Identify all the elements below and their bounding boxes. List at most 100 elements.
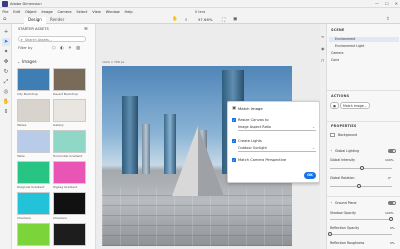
assets-panel: STARTER ASSETS ☰ ⌕ Filter by ⬡ ◐ ☀ ▨ ⌄ I… <box>12 24 106 249</box>
close-button[interactable]: ✕ <box>395 1 398 6</box>
chevron-down-icon[interactable]: ⌄ <box>330 200 333 204</box>
ground-plane-toggle[interactable] <box>388 201 396 205</box>
pan-tool-icon[interactable]: ✋ <box>2 98 10 106</box>
reflection-roughness-value[interactable]: 0% <box>390 241 395 245</box>
section-title-images[interactable]: Images <box>22 59 37 64</box>
scene-header[interactable]: SCENE <box>331 28 344 32</box>
zoom-icon[interactable]: ⌕ <box>185 17 188 23</box>
global-intensity-knob[interactable] <box>360 166 364 170</box>
ok-button[interactable]: OK <box>304 172 316 179</box>
asset-label: Checkers <box>53 216 67 220</box>
asset-thumbnail[interactable] <box>17 130 50 153</box>
zoom-level[interactable]: 97.66% <box>198 17 212 22</box>
filter-material-icon[interactable]: ◐ <box>60 45 64 50</box>
menu-bar: File Edit Object Image Camera Select Vie… <box>0 8 400 15</box>
layers-icon[interactable]: ≡ <box>321 34 324 39</box>
search-box[interactable]: ⌕ <box>18 36 86 42</box>
menu-view[interactable]: View <box>90 10 103 14</box>
reflection-opacity-slider[interactable] <box>330 234 392 235</box>
select-tool-icon[interactable]: ➤ <box>2 38 10 46</box>
global-rotation-knob[interactable] <box>357 184 361 188</box>
share-icon[interactable]: ⇪ <box>386 17 390 22</box>
menu-file[interactable]: File <box>0 10 11 14</box>
filter-image-icon[interactable]: ▨ <box>76 45 80 50</box>
scene-item-camera[interactable]: Camera <box>331 51 344 55</box>
scene-item-environment-light[interactable]: Environment Light <box>335 44 364 48</box>
global-intensity-value[interactable]: 100% <box>385 158 394 162</box>
match-image-button[interactable]: Match Image... <box>340 102 370 110</box>
actions-header[interactable]: ACTIONS <box>331 94 349 98</box>
rotate-tool-icon[interactable]: ↻ <box>2 68 10 76</box>
resize-canvas-checkbox[interactable]: ✓ <box>232 118 236 122</box>
menu-select[interactable]: Select <box>74 10 90 14</box>
chevron-down-icon[interactable]: ⌄ <box>17 59 20 64</box>
home-icon[interactable]: ⌂ <box>3 16 7 22</box>
camera-bookmark-icon[interactable]: ▣ <box>233 17 237 22</box>
orbit-tool-icon[interactable]: ◎ <box>2 88 10 96</box>
asset-thumbnail[interactable] <box>53 192 86 215</box>
asset-thumbnail[interactable] <box>53 99 86 122</box>
chevron-down-icon[interactable]: ⌄ <box>330 148 333 152</box>
search-input[interactable] <box>25 37 83 42</box>
shadow-opacity-knob[interactable] <box>389 217 393 221</box>
create-lights-row[interactable]: ✓ Create Lights <box>232 139 262 143</box>
asset-thumbnail[interactable] <box>53 223 86 246</box>
match-perspective-checkbox[interactable]: ✓ <box>232 158 236 162</box>
asset-thumbnail[interactable] <box>17 223 50 246</box>
visibility-icon[interactable]: ◉ <box>321 46 325 51</box>
shadow-opacity-slider[interactable] <box>330 219 392 220</box>
tab-render[interactable]: Render <box>46 17 68 24</box>
menu-edit[interactable]: Edit <box>11 10 23 14</box>
menu-help[interactable]: Help <box>122 10 135 14</box>
menu-window[interactable]: Window <box>103 10 122 14</box>
match-image-icon-button[interactable]: ▣ <box>330 102 340 110</box>
maximize-button[interactable]: ☐ <box>385 1 389 6</box>
menu-image[interactable]: Image <box>39 10 55 14</box>
filter-light-icon[interactable]: ☀ <box>68 45 72 50</box>
filter-3d-icon[interactable]: ⬡ <box>52 45 56 50</box>
menu-camera[interactable]: Camera <box>55 10 74 14</box>
fit-icon[interactable]: ⛶ <box>222 17 225 23</box>
scale-tool-icon[interactable]: ⤢ <box>2 78 10 86</box>
asset-thumbnail[interactable] <box>17 192 50 215</box>
asset-thumbnail[interactable] <box>17 99 50 122</box>
magic-wand-icon[interactable]: ✦ <box>2 48 10 56</box>
scene-item-cone[interactable]: Cone <box>331 58 339 62</box>
scene-item-environment[interactable]: Environment <box>329 37 399 42</box>
reflection-opacity-knob[interactable] <box>328 232 332 236</box>
match-perspective-row[interactable]: ✓ Match Camera Perspective <box>232 158 286 162</box>
global-lighting-toggle[interactable] <box>388 149 396 153</box>
resize-canvas-label: Resize Canvas to <box>238 118 269 122</box>
minimize-button[interactable]: — <box>375 1 379 6</box>
chevron-down-icon: ⌄ <box>312 146 315 150</box>
resize-canvas-row[interactable]: ✓ Resize Canvas to <box>232 118 269 122</box>
resize-canvas-select[interactable]: Image Aspect Ratio ⌄ <box>238 125 316 131</box>
properties-header[interactable]: PROPERTIES <box>331 124 357 128</box>
match-image-dialog: ▣ Match Image ✓ Resize Canvas to Image A… <box>227 101 320 183</box>
app-title: Adobe Dimension <box>10 1 42 6</box>
asset-label: Tables <box>17 123 27 127</box>
global-rotation-slider[interactable] <box>330 186 392 187</box>
asset-thumbnail[interactable] <box>17 161 50 184</box>
match-perspective-label: Match Camera Perspective <box>238 158 287 162</box>
shadow-opacity-value[interactable]: 100% <box>385 211 394 215</box>
create-lights-value: Outdoor Sunlight <box>238 146 267 150</box>
assets-header[interactable]: STARTER ASSETS <box>18 27 49 31</box>
asset-thumbnail[interactable] <box>53 68 86 91</box>
create-lights-select[interactable]: Outdoor Sunlight ⌄ <box>238 146 316 152</box>
dolly-tool-icon[interactable]: ⇕ <box>2 108 10 116</box>
menu-object[interactable]: Object <box>23 10 40 14</box>
move-tool-icon[interactable]: ✥ <box>2 58 10 66</box>
asset-thumbnail[interactable] <box>53 161 86 184</box>
background-swatch[interactable] <box>330 133 335 137</box>
tab-design[interactable]: Design <box>24 16 46 24</box>
lock-icon[interactable]: ⊓ <box>321 58 324 63</box>
asset-thumbnail[interactable] <box>17 68 50 91</box>
create-lights-checkbox[interactable]: ✓ <box>232 139 236 143</box>
global-rotation-value[interactable]: 0° <box>388 176 391 180</box>
reflection-opacity-value[interactable]: 0% <box>390 226 395 230</box>
add-icon[interactable]: + <box>2 28 10 36</box>
panel-menu-icon[interactable]: ☰ <box>84 26 88 31</box>
hand-icon[interactable]: ✋ <box>172 17 178 22</box>
asset-thumbnail[interactable] <box>53 130 86 153</box>
